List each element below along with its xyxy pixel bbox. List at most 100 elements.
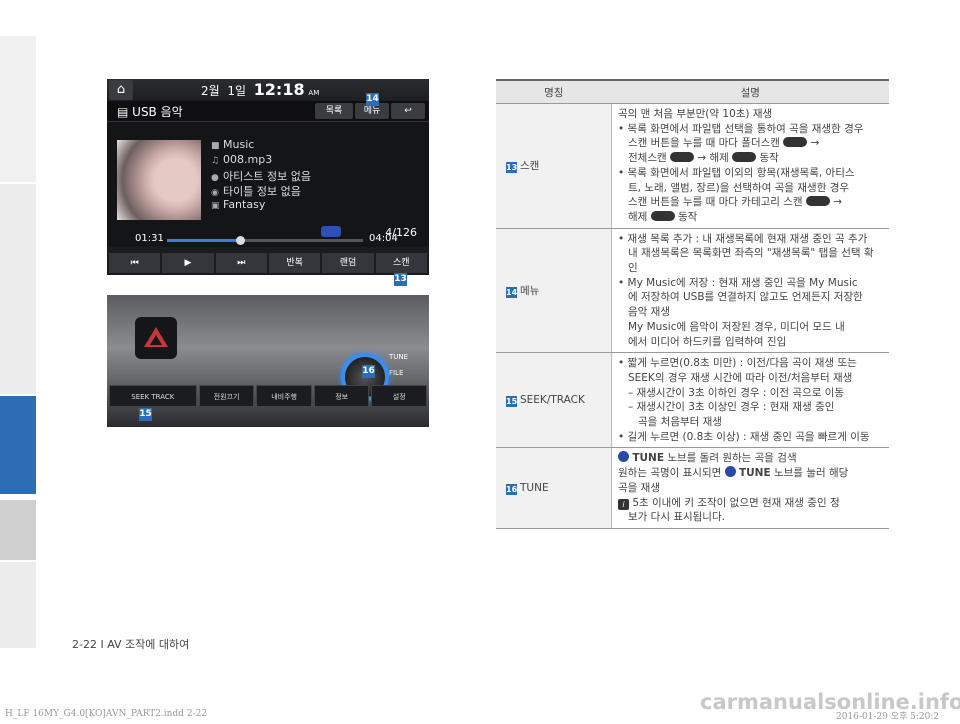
track-title: 타이틀 정보 없음 (223, 185, 301, 198)
prev-button: ⏮ (109, 253, 161, 273)
chapter-tab (0, 562, 36, 648)
row-name-text: SEEK/TRACK (520, 393, 585, 406)
desc-line: • 목록 화면에서 파일탭 이외의 항목(재생목록, 아티스 (618, 166, 855, 179)
usb-music-screen: ⌂ 2월 1일 12:18 AM ▤ USB 음악 목록 메뉴 ↩ ■ Music… (107, 79, 429, 275)
desc-line: My Music에 음악이 저장된 경우, 미디어 모드 내 (628, 320, 845, 333)
desc-line: • 재생 목록 추가 : 내 재생목록에 현재 재생 중인 곡 추가 (618, 232, 868, 245)
desc-line: 스캔 버튼을 누를 때 마다 카테고리 스캔 → (628, 196, 843, 209)
tune-label: TUNE (389, 353, 409, 361)
row-name: 16 TUNE (496, 447, 612, 529)
track-file: 008.mp3 (223, 153, 273, 166)
title-bar: ▤ USB 음악 목록 메뉴 ↩ (107, 101, 429, 122)
desc-line: 음악 재생 (628, 306, 670, 319)
list-button: 목록 (315, 103, 353, 119)
desc-line: 곡을 처음부터 재생 (638, 416, 722, 429)
page-footer: 2-22 I AV 조작에 대하여 (72, 638, 190, 651)
row-name: 14 메뉴 (496, 228, 612, 354)
all-scan-icon (669, 152, 694, 163)
desc-line: 해제 동작 (628, 210, 698, 223)
desc-line: 보가 다시 표시됩니다. (628, 511, 725, 524)
row-name: 13 스캔 (496, 103, 612, 229)
panel-buttons: SEEK TRACK 전원끄기 내비주행 정보 설정 (107, 385, 429, 407)
home-icon: ⌂ (109, 80, 133, 100)
album-art (117, 140, 201, 220)
genre-icon: ▣ (211, 201, 220, 211)
info-button: 정보 (313, 385, 370, 407)
time-elapsed: 01:31 (135, 233, 164, 244)
desc-line: • 목록 화면에서 파일탭 선택을 통하여 곡을 재생한 경우 (618, 122, 864, 135)
row-desc: • 짧게 누르면(0.8초 미만) : 이전/다음 곡이 재생 또는 SEEK의… (611, 352, 889, 449)
scan-button: 스캔 (375, 253, 427, 273)
row-number: 13 (506, 162, 518, 174)
folder-scan-icon (783, 137, 808, 148)
print-info-right: 2016-01-29 오후 5:20:2 (836, 712, 940, 722)
hazard-button (135, 317, 177, 359)
category-scan-icon (805, 196, 830, 207)
clock-day: 1일 (227, 84, 247, 98)
desc-line: 에서 미디어 하드키를 입력하여 진입 (628, 335, 787, 348)
desc-line: • 길게 누르면 (0.8초 이상) : 재생 중인 곡을 빠르게 이동 (618, 430, 870, 443)
row-number: 16 (506, 483, 518, 495)
print-info-left: H_LF 16MY_G4.0[KO]AVN_PART2.indd 2-22 (5, 709, 208, 719)
chapter-tab-active (0, 396, 36, 494)
desc-line: 곡의 맨 처음 부분만(약 10초) 재생 (618, 108, 773, 120)
callout-14: 14 (366, 93, 379, 106)
clock-time: 12:18 (253, 80, 305, 99)
desc-line: – 재생시간이 3초 이하인 경우 : 이전 곡으로 이동 (628, 386, 845, 399)
table-header: 명칭 설명 (496, 79, 889, 104)
navi-button: 내비주행 (256, 385, 312, 407)
desc-line: 전체스캔 → 해제 동작 (628, 152, 779, 165)
row-desc: • 재생 목록 추가 : 내 재생목록에 현재 재생 중인 곡 추가 내 재생목… (611, 228, 889, 354)
desc-line: 원하는 곡명이 표시되면 TUNE 노브를 눌러 해당 (618, 466, 849, 480)
seek-track-button: SEEK TRACK (109, 385, 197, 407)
track-folder: Music (223, 138, 255, 151)
scan-off-icon (650, 210, 675, 221)
progress-fill (167, 239, 240, 242)
clock-month: 2월 (201, 84, 220, 98)
artist-icon: ● (211, 173, 219, 183)
table-row: 13 스캔 곡의 맨 처음 부분만(약 10초) 재생 • 목록 화면에서 파일탭… (496, 103, 889, 229)
header-name: 명칭 (496, 79, 612, 104)
progress-knob (235, 236, 245, 245)
power-button: 전원끄기 (198, 385, 255, 407)
scan-off-icon (732, 152, 757, 163)
track-info: ■ Music ♫ 008.mp3 ● 아티스트 정보 없음 ◉ 타이틀 정보 없음 ▣… (211, 138, 311, 213)
callout-16: 16 (362, 365, 375, 378)
seek-track-label: SEEK TRACK (131, 393, 175, 401)
folder-icon: ■ (211, 141, 220, 151)
usb-icon: ▤ (117, 105, 133, 119)
table-row: 15 SEEK/TRACK • 짧게 누르면(0.8초 미만) : 이전/다음 곡… (496, 352, 889, 449)
setup-button: 설정 (371, 385, 428, 407)
control-panel-photo: TUNE FILE SEEK TRACK 전원끄기 내비주행 정보 설정 (107, 295, 429, 427)
note-icon: ♫ (211, 156, 220, 166)
row-number: 14 (506, 286, 518, 298)
knob-icon (724, 466, 736, 478)
status-bar: ⌂ 2월 1일 12:18 AM (107, 79, 429, 101)
chapter-tab (0, 184, 36, 394)
chapter-tab (0, 36, 36, 182)
row-desc: 곡의 맨 처음 부분만(약 10초) 재생 • 목록 화면에서 파일탭 선택을 … (611, 103, 889, 229)
callout-15: 15 (139, 408, 152, 421)
row-name-text: 스캔 (520, 160, 540, 173)
callout-13: 13 (394, 273, 407, 286)
progress-area: 01:31 04:04 (107, 231, 429, 249)
desc-line: 내 재생목록은 목록화면 좌측의 "재생목록" 탭을 선택 확인 (628, 247, 874, 275)
desc-line: • 짧게 누르면(0.8초 미만) : 이전/다음 곡이 재생 또는 (618, 357, 857, 370)
row-name-text: TUNE (520, 481, 549, 494)
info-icon: i (618, 498, 629, 510)
chapter-sidebar (0, 0, 38, 724)
header-desc: 설명 (611, 79, 889, 104)
desc-line: TUNE 노브를 돌려 원하는 곡을 검색 (618, 451, 883, 466)
row-name-text: 메뉴 (520, 284, 540, 297)
track-genre: Fantasy (223, 198, 266, 211)
progress-bar (167, 236, 363, 245)
desc-line: i 5초 이내에 키 조작이 없으면 현재 재생 중인 정 (618, 496, 883, 511)
table-row: 16 TUNE TUNE 노브를 돌려 원하는 곡을 검색 원하는 곡명이 표시되… (496, 447, 889, 529)
play-button: ▶ (162, 253, 214, 273)
now-playing: ■ Music ♫ 008.mp3 ● 아티스트 정보 없음 ◉ 타이틀 정보 없음 ▣… (107, 122, 429, 247)
desc-line: SEEK의 경우 재생 시간에 따라 이전/처음부터 재생 (628, 371, 853, 384)
screen-title: ▤ USB 음악 (117, 103, 183, 120)
desc-line: 스캔 버튼을 누를 때 마다 폴더스캔 → (628, 137, 820, 150)
knob-icon (618, 451, 629, 463)
desc-line: 트, 노래, 앨범, 장르)을 선택하여 곡을 재생한 경우 (628, 181, 850, 194)
